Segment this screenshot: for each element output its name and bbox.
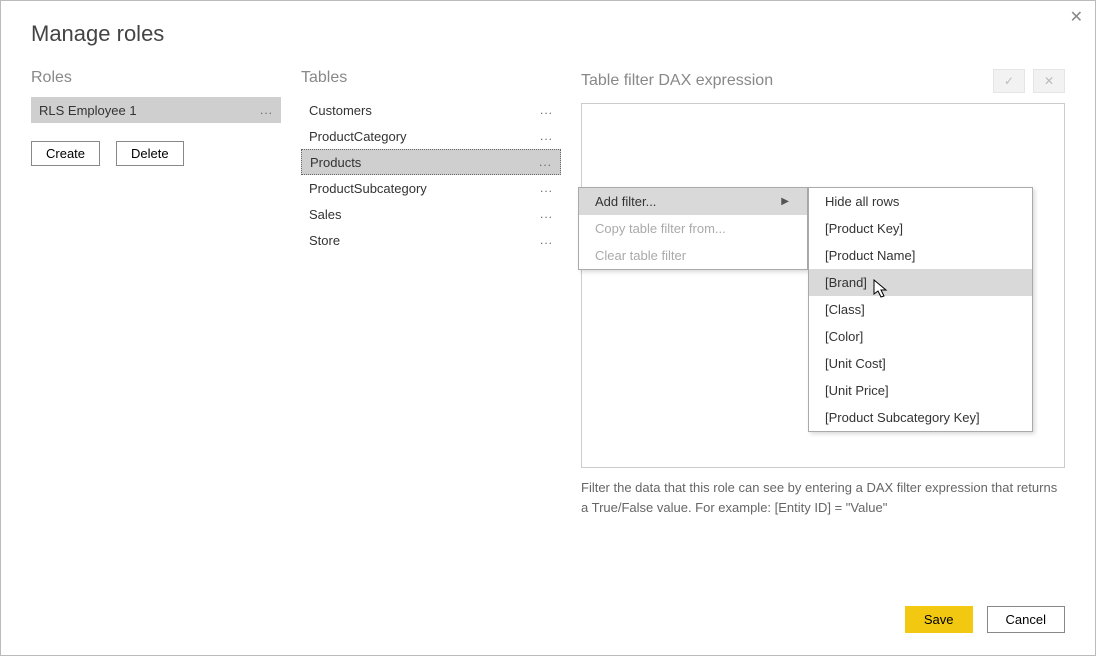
check-button[interactable]: ✓ — [993, 69, 1025, 93]
menu-item-label: [Class] — [825, 302, 865, 317]
check-icon: ✓ — [1004, 74, 1014, 88]
menu-copy-filter: Copy table filter from... — [579, 215, 807, 242]
submenu-class[interactable]: [Class] — [809, 296, 1032, 323]
dialog-buttons: Save Cancel — [905, 606, 1065, 633]
submenu-hide-all-rows[interactable]: Hide all rows — [809, 188, 1032, 215]
submenu-unit-cost[interactable]: [Unit Cost] — [809, 350, 1032, 377]
save-button[interactable]: Save — [905, 606, 973, 633]
role-item[interactable]: RLS Employee 1 ... — [31, 97, 281, 123]
menu-item-label: Copy table filter from... — [595, 221, 726, 236]
ellipsis-icon[interactable]: ... — [540, 103, 553, 117]
table-item-label: ProductSubcategory — [309, 181, 427, 196]
cancel-button[interactable]: Cancel — [987, 606, 1065, 633]
x-icon: ✕ — [1044, 74, 1054, 88]
submenu-color[interactable]: [Color] — [809, 323, 1032, 350]
submenu-brand[interactable]: [Brand] — [809, 269, 1032, 296]
expression-hint: Filter the data that this role can see b… — [581, 478, 1061, 517]
menu-item-label: Add filter... — [595, 194, 656, 209]
chevron-right-icon: ▶ — [781, 196, 789, 207]
menu-clear-filter: Clear table filter — [579, 242, 807, 269]
menu-item-label: [Product Key] — [825, 221, 903, 236]
tables-panel: Tables Customers ... ProductCategory ...… — [301, 69, 561, 517]
menu-item-label: [Unit Price] — [825, 383, 889, 398]
expression-header: Table filter DAX expression — [581, 72, 773, 90]
dialog-title: Manage roles — [31, 21, 1065, 47]
table-item-productsubcategory[interactable]: ProductSubcategory ... — [301, 175, 561, 201]
menu-item-label: [Product Subcategory Key] — [825, 410, 980, 425]
ellipsis-icon[interactable]: ... — [540, 207, 553, 221]
table-item-productcategory[interactable]: ProductCategory ... — [301, 123, 561, 149]
table-item-label: Products — [310, 155, 361, 170]
roles-panel: Roles RLS Employee 1 ... Create Delete — [31, 69, 281, 517]
submenu-unit-price[interactable]: [Unit Price] — [809, 377, 1032, 404]
expression-buttons: ✓ ✕ — [993, 69, 1065, 93]
ellipsis-icon[interactable]: ... — [539, 155, 552, 169]
table-item-sales[interactable]: Sales ... — [301, 201, 561, 227]
ellipsis-icon[interactable]: ... — [540, 129, 553, 143]
menu-add-filter[interactable]: Add filter... ▶ — [579, 188, 807, 215]
ellipsis-icon[interactable]: ... — [540, 181, 553, 195]
create-button[interactable]: Create — [31, 141, 100, 166]
add-filter-submenu: Hide all rows [Product Key] [Product Nam… — [808, 187, 1033, 432]
table-item-customers[interactable]: Customers ... — [301, 97, 561, 123]
menu-item-label: [Unit Cost] — [825, 356, 886, 371]
role-item-label: RLS Employee 1 — [39, 103, 137, 118]
clear-button[interactable]: ✕ — [1033, 69, 1065, 93]
table-context-menu: Add filter... ▶ Copy table filter from..… — [578, 187, 808, 270]
menu-item-label: [Color] — [825, 329, 863, 344]
table-item-label: Sales — [309, 207, 342, 222]
menu-item-label: [Brand] — [825, 275, 867, 290]
menu-item-label: [Product Name] — [825, 248, 915, 263]
table-item-store[interactable]: Store ... — [301, 227, 561, 253]
table-item-label: ProductCategory — [309, 129, 407, 144]
submenu-product-key[interactable]: [Product Key] — [809, 215, 1032, 242]
role-buttons: Create Delete — [31, 141, 281, 166]
roles-list: RLS Employee 1 ... — [31, 97, 281, 123]
delete-button[interactable]: Delete — [116, 141, 184, 166]
menu-item-label: Clear table filter — [595, 248, 686, 263]
table-item-label: Customers — [309, 103, 372, 118]
roles-header: Roles — [31, 69, 281, 87]
ellipsis-icon[interactable]: ... — [260, 103, 273, 117]
menu-item-label: Hide all rows — [825, 194, 899, 209]
ellipsis-icon[interactable]: ... — [540, 233, 553, 247]
submenu-product-subcategory-key[interactable]: [Product Subcategory Key] — [809, 404, 1032, 431]
table-item-label: Store — [309, 233, 340, 248]
table-item-products[interactable]: Products ... — [301, 149, 561, 175]
submenu-product-name[interactable]: [Product Name] — [809, 242, 1032, 269]
tables-header: Tables — [301, 69, 561, 87]
expression-header-row: Table filter DAX expression ✓ ✕ — [581, 69, 1065, 93]
tables-list: Customers ... ProductCategory ... Produc… — [301, 97, 561, 253]
